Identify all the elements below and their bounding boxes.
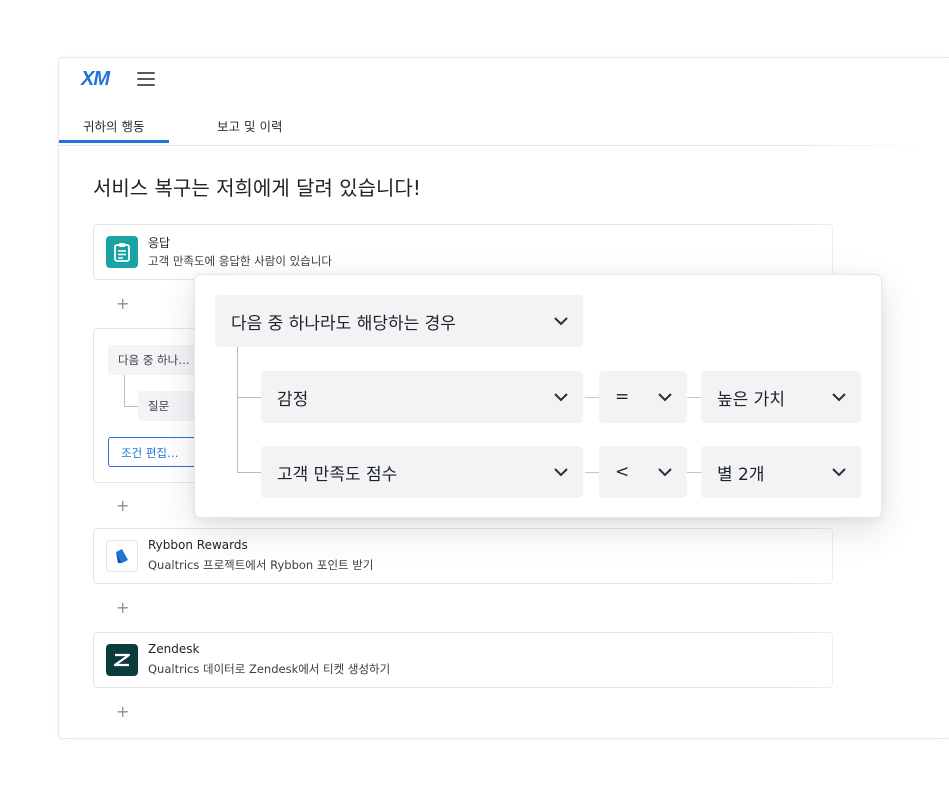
condition-group-select[interactable]: 다음 중 하나라도 해당하는 경우 [215, 295, 583, 347]
value-select[interactable]: 높은 가치 [701, 371, 861, 423]
add-step-button[interactable]: + [116, 496, 129, 515]
hamburger-menu-icon[interactable] [137, 72, 155, 86]
clipboard-icon [106, 236, 138, 268]
value-label: 높은 가치 [717, 389, 785, 410]
chevron-down-icon [554, 393, 568, 402]
field-select[interactable]: 감정 [261, 371, 583, 423]
rybbon-icon [106, 540, 138, 572]
chevron-down-icon [658, 468, 672, 477]
tree-branch [237, 397, 261, 398]
chevron-down-icon [554, 317, 568, 326]
chevron-down-icon [554, 468, 568, 477]
operator-select[interactable]: < [599, 446, 687, 498]
task-desc: Qualtrics 프로젝트에서 Rybbon 포인트 받기 [148, 558, 374, 572]
task-name: Zendesk [148, 642, 200, 656]
value-label: 별 2개 [717, 464, 765, 485]
tab-bar: 귀하의 행동 보고 및 이력 [59, 110, 949, 146]
zendesk-icon [106, 644, 138, 676]
add-step-button[interactable]: + [116, 702, 129, 721]
chevron-down-icon [658, 393, 672, 402]
condition-editor-panel: 다음 중 하나라도 해당하는 경우 감정 = 높은 가치 고객 만족도 점수 <… [194, 274, 882, 518]
task-card-zendesk[interactable]: Zendesk Qualtrics 데이터로 Zendesk에서 티켓 생성하기 [93, 632, 833, 688]
tab-reports-history[interactable]: 보고 및 이력 [217, 116, 282, 135]
task-name: Rybbon Rewards [148, 538, 248, 552]
connector-line [585, 397, 599, 398]
chevron-down-icon [832, 393, 846, 402]
value-select[interactable]: 별 2개 [701, 446, 861, 498]
trigger-desc: 고객 만족도에 응답한 사람이 있습니다 [148, 254, 332, 268]
xm-logo[interactable]: XM [81, 68, 110, 91]
connector-line [687, 397, 701, 398]
tree-branch [237, 472, 261, 473]
operator-label: = [615, 387, 630, 407]
trigger-card-response[interactable]: 응답 고객 만족도에 응답한 사람이 있습니다 [93, 224, 833, 280]
condition-tree-line [124, 375, 138, 407]
page-title: 서비스 복구는 저희에게 달려 있습니다! [93, 176, 421, 200]
field-label: 고객 만족도 점수 [277, 464, 398, 485]
connector-line [585, 472, 599, 473]
task-card-rybbon[interactable]: Rybbon Rewards Qualtrics 프로젝트에서 Rybbon 포… [93, 528, 833, 584]
field-select[interactable]: 고객 만족도 점수 [261, 446, 583, 498]
operator-label: < [615, 462, 630, 482]
connector-line [687, 472, 701, 473]
condition-group-label: 다음 중 하나라도 해당하는 경우 [231, 313, 456, 334]
add-step-button[interactable]: + [116, 294, 129, 313]
operator-select[interactable]: = [599, 371, 687, 423]
add-step-button[interactable]: + [116, 598, 129, 617]
top-bar: XM [59, 58, 949, 102]
trigger-name: 응답 [148, 236, 171, 250]
tree-line [237, 347, 238, 473]
field-label: 감정 [277, 389, 309, 410]
chevron-down-icon [832, 468, 846, 477]
tab-your-actions[interactable]: 귀하의 행동 [59, 116, 170, 143]
task-desc: Qualtrics 데이터로 Zendesk에서 티켓 생성하기 [148, 662, 391, 676]
edit-condition-button[interactable]: 조건 편집… [108, 437, 208, 467]
